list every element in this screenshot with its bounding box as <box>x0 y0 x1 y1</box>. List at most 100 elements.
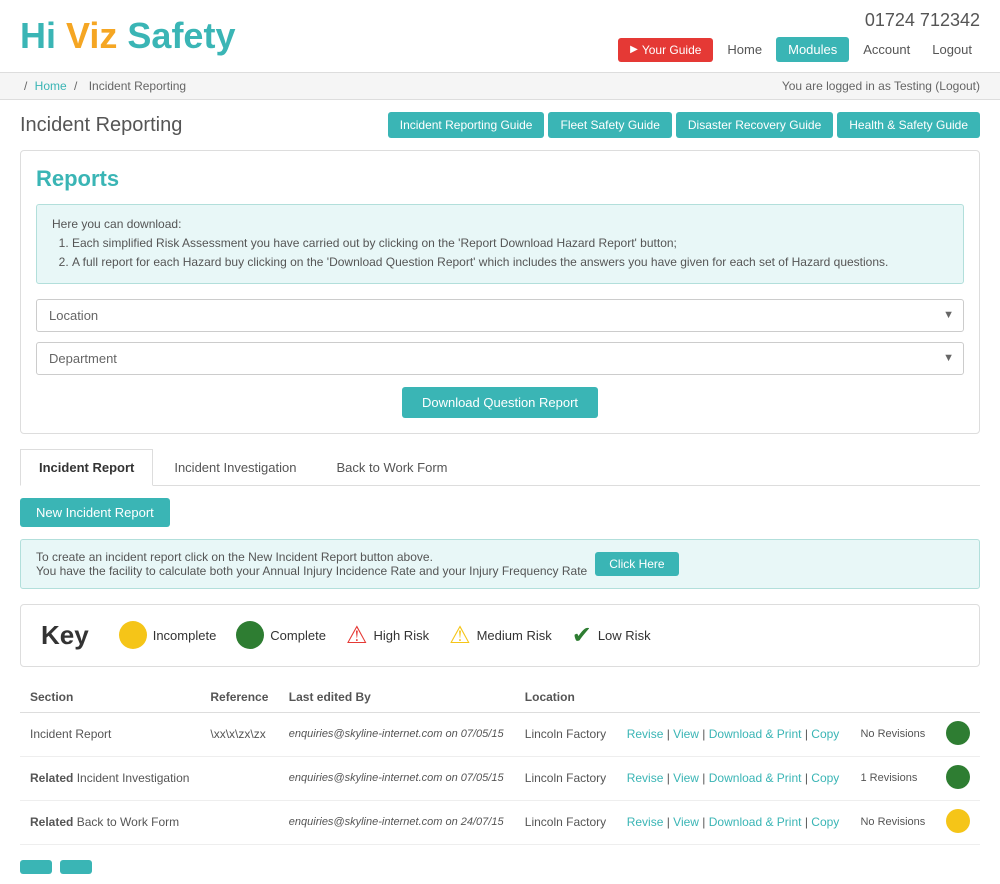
row3-revisions: No Revisions <box>850 800 935 844</box>
disaster-recovery-guide-button[interactable]: Disaster Recovery Guide <box>676 112 833 138</box>
tabs-bar: Incident Report Incident Investigation B… <box>20 449 980 486</box>
complete-label: Complete <box>270 628 326 643</box>
row3-actions[interactable]: Revise | View | Download & Print | Copy <box>617 800 851 844</box>
key-title: Key <box>41 620 89 651</box>
breadcrumb-bar: / Home / Incident Reporting You are logg… <box>0 73 1000 100</box>
breadcrumb-home[interactable]: Home <box>35 79 67 93</box>
low-risk-label: Low Risk <box>598 628 651 643</box>
your-guide-button[interactable]: Your Guide <box>618 38 713 62</box>
bottom-buttons <box>20 860 980 874</box>
col-status <box>936 682 980 713</box>
location-dropdown-row: Location <box>36 299 964 332</box>
click-here-button[interactable]: Click Here <box>595 552 678 576</box>
row3-section: Related Back to Work Form <box>20 800 200 844</box>
row1-status <box>936 712 980 756</box>
department-dropdown-wrapper: Department <box>36 342 964 375</box>
page-title: Incident Reporting <box>20 114 182 137</box>
table-row: Incident Report \xx\x\zx\zx enquiries@sk… <box>20 712 980 756</box>
breadcrumb: / Home / Incident Reporting <box>20 79 190 93</box>
row1-location: Lincoln Factory <box>515 712 617 756</box>
high-risk-icon: ⚠ <box>346 621 368 650</box>
high-risk-label: High Risk <box>373 628 429 643</box>
related-label-2: Related <box>30 815 73 829</box>
incomplete-icon <box>119 621 147 649</box>
col-location: Location <box>515 682 617 713</box>
col-revisions <box>850 682 935 713</box>
tab-back-to-work[interactable]: Back to Work Form <box>317 449 466 485</box>
key-section: Key Incomplete Complete ⚠ High Risk ⚠ Me… <box>20 604 980 667</box>
bottom-btn-2[interactable] <box>60 860 92 874</box>
department-select[interactable]: Department <box>36 342 964 375</box>
medium-risk-label: Medium Risk <box>477 628 552 643</box>
account-button[interactable]: Account <box>855 38 918 61</box>
key-incomplete: Incomplete <box>119 621 217 649</box>
row1-edited: enquiries@skyline-internet.com on 07/05/… <box>279 712 515 756</box>
status-dot-green <box>946 721 970 745</box>
nav-buttons: Your Guide Home Modules Account Logout <box>618 37 980 62</box>
table-header: Section Reference Last edited By Locatio… <box>20 682 980 713</box>
incomplete-label: Incomplete <box>153 628 217 643</box>
row3-location: Lincoln Factory <box>515 800 617 844</box>
info-item1: Each simplified Risk Assessment you have… <box>72 234 948 253</box>
status-dot-green-2 <box>946 765 970 789</box>
row2-revisions: 1 Revisions <box>850 756 935 800</box>
new-incident-report-button[interactable]: New Incident Report <box>20 498 170 527</box>
col-last-edited: Last edited By <box>279 682 515 713</box>
row1-revisions: No Revisions <box>850 712 935 756</box>
fleet-safety-guide-button[interactable]: Fleet Safety Guide <box>548 112 671 138</box>
row1-actions[interactable]: Revise | View | Download & Print | Copy <box>617 712 851 756</box>
low-risk-icon: ✔ <box>572 621 592 650</box>
health-safety-guide-button[interactable]: Health & Safety Guide <box>837 112 980 138</box>
breadcrumb-separator2: / <box>74 79 81 93</box>
breadcrumb-current: Incident Reporting <box>89 79 186 93</box>
row2-reference <box>200 756 278 800</box>
row2-edited: enquiries@skyline-internet.com on 07/05/… <box>279 756 515 800</box>
modules-button[interactable]: Modules <box>776 37 849 62</box>
key-high-risk: ⚠ High Risk <box>346 621 429 650</box>
logout-button[interactable]: Logout <box>924 38 980 61</box>
row2-status <box>936 756 980 800</box>
key-low-risk: ✔ Low Risk <box>572 621 651 650</box>
row2-actions[interactable]: Revise | View | Download & Print | Copy <box>617 756 851 800</box>
col-section: Section <box>20 682 200 713</box>
bottom-btn-1[interactable] <box>20 860 52 874</box>
table-body: Incident Report \xx\x\zx\zx enquiries@sk… <box>20 712 980 844</box>
info-item2: A full report for each Hazard buy clicki… <box>72 253 948 272</box>
info-banner-line1: To create an incident report click on th… <box>36 550 587 564</box>
incident-reporting-guide-button[interactable]: Incident Reporting Guide <box>388 112 545 138</box>
row3-section-name: Back to Work Form <box>77 815 179 829</box>
col-actions <box>617 682 851 713</box>
row3-status <box>936 800 980 844</box>
reports-section: Reports Here you can download: Each simp… <box>20 150 980 434</box>
key-complete: Complete <box>236 621 326 649</box>
tab-incident-investigation[interactable]: Incident Investigation <box>155 449 315 485</box>
row3-edited: enquiries@skyline-internet.com on 24/07/… <box>279 800 515 844</box>
tab-incident-report[interactable]: Incident Report <box>20 449 153 486</box>
table-row: Related Incident Investigation enquiries… <box>20 756 980 800</box>
table-row: Related Back to Work Form enquiries@skyl… <box>20 800 980 844</box>
download-question-report-button[interactable]: Download Question Report <box>402 387 598 418</box>
related-label: Related <box>30 771 73 785</box>
key-medium-risk: ⚠ Medium Risk <box>449 621 552 650</box>
logged-in-status: You are logged in as Testing (Logout) <box>782 79 980 93</box>
row2-section: Related Incident Investigation <box>20 756 200 800</box>
medium-risk-icon: ⚠ <box>449 621 471 650</box>
header: Hi Viz Safety 01724 712342 Your Guide Ho… <box>0 0 1000 73</box>
reports-title: Reports <box>36 166 964 192</box>
logo-hi: Hi <box>20 15 56 56</box>
home-nav-button[interactable]: Home <box>719 38 770 61</box>
row2-section-name: Incident Investigation <box>77 771 190 785</box>
location-dropdown-wrapper: Location <box>36 299 964 332</box>
col-reference: Reference <box>200 682 278 713</box>
row2-location: Lincoln Factory <box>515 756 617 800</box>
complete-icon <box>236 621 264 649</box>
reports-info-box: Here you can download: Each simplified R… <box>36 204 964 284</box>
row1-reference: \xx\x\zx\zx <box>200 712 278 756</box>
info-banner-line2: You have the facility to calculate both … <box>36 564 587 578</box>
location-select[interactable]: Location <box>36 299 964 332</box>
info-line1: Here you can download: <box>52 217 181 231</box>
breadcrumb-separator: / <box>24 79 31 93</box>
logo-viz: Viz <box>66 15 117 56</box>
department-dropdown-row: Department <box>36 342 964 375</box>
phone-number: 01724 712342 <box>865 10 980 31</box>
